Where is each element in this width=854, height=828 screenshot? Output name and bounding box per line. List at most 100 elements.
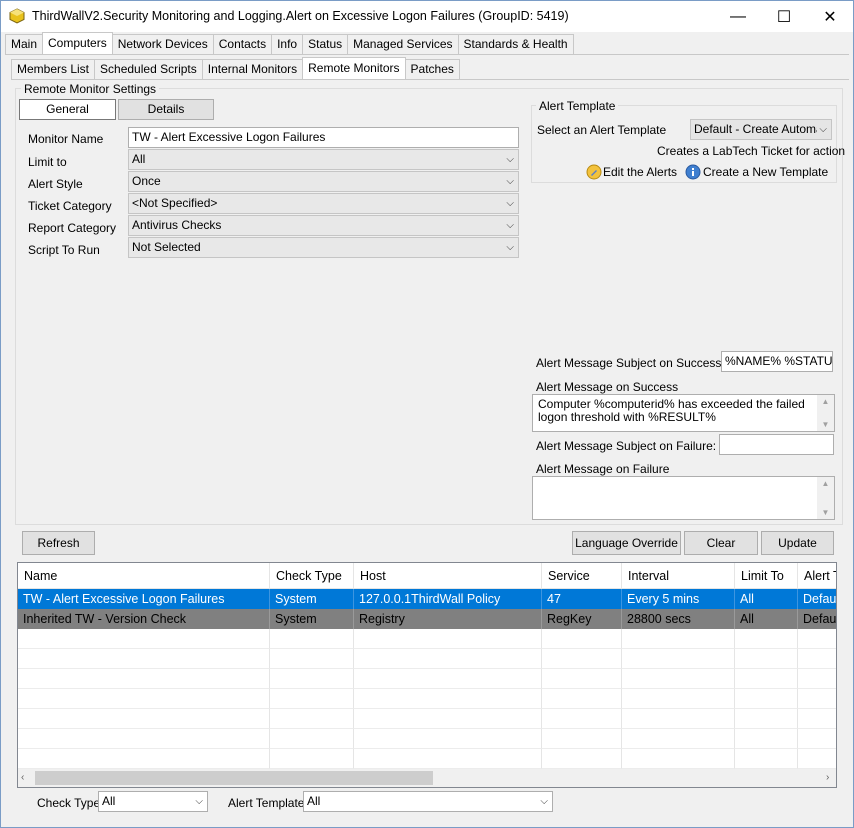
message-failure-field[interactable]: ▲ ▼ — [532, 476, 835, 520]
column-header-interval[interactable]: Interval — [622, 563, 735, 589]
limit-to-select[interactable]: All ⌵ — [128, 149, 519, 170]
subject-failure-label: Alert Message Subject on Failure: — [536, 439, 717, 453]
monitors-grid[interactable]: Name Check Type Host Service Interval Li… — [17, 562, 837, 788]
script-to-run-value: Not Selected — [132, 240, 201, 254]
settings-group-label: Remote Monitor Settings — [21, 82, 160, 96]
alert-style-value: Once — [132, 174, 161, 188]
details-tab-button[interactable]: Details — [118, 99, 214, 120]
clear-button[interactable]: Clear — [684, 531, 758, 555]
refresh-button[interactable]: Refresh — [22, 531, 95, 555]
column-header-name[interactable]: Name — [18, 563, 270, 589]
alert-template-group-label: Alert Template — [536, 99, 619, 113]
horizontal-scrollbar[interactable]: ‹ › — [18, 769, 836, 787]
scroll-up-icon[interactable]: ▲ — [817, 395, 834, 408]
monitor-name-field[interactable]: TW - Alert Excessive Logon Failures — [128, 127, 519, 148]
language-override-button[interactable]: Language Override — [572, 531, 681, 555]
window-title: ThirdWallV2.Security Monitoring and Logg… — [32, 9, 569, 23]
message-success-label: Alert Message on Success — [536, 380, 679, 394]
scrollbar-thumb[interactable] — [35, 771, 433, 785]
ticket-category-label: Ticket Category — [28, 199, 112, 213]
cell-name: TW - Alert Excessive Logon Failures — [18, 589, 270, 609]
subtab-remote-monitors[interactable]: Remote Monitors — [302, 57, 406, 79]
report-category-label: Report Category — [28, 221, 117, 235]
cell-name: Inherited TW - Version Check — [18, 609, 270, 629]
update-button[interactable]: Update — [761, 531, 834, 555]
main-tab-bar: Main Computers Network Devices Contacts … — [5, 32, 574, 54]
table-row[interactable]: TW - Alert Excessive Logon Failures Syst… — [18, 589, 836, 609]
empty-row — [18, 689, 836, 709]
tab-divider — [5, 54, 849, 55]
subject-failure-field[interactable] — [719, 434, 834, 455]
check-type-filter-value: All — [102, 794, 116, 808]
message-success-scrollbar[interactable]: ▲ ▼ — [817, 395, 834, 431]
message-success-field[interactable]: Computer %computerid% has exceeded the f… — [532, 394, 835, 432]
message-success-text: Computer %computerid% has exceeded the f… — [538, 397, 805, 424]
column-header-limit-to[interactable]: Limit To — [735, 563, 798, 589]
scroll-right-icon[interactable]: › — [826, 772, 829, 783]
alert-template-filter-label: Alert Template — [228, 796, 305, 810]
empty-row — [18, 669, 836, 689]
maximize-button[interactable]: ☐ — [761, 1, 807, 32]
scroll-left-icon[interactable]: ‹ — [21, 772, 24, 783]
check-type-filter-select[interactable]: All ⌵ — [98, 791, 208, 812]
alert-style-label: Alert Style — [28, 177, 83, 191]
select-alert-template-label: Select an Alert Template — [537, 123, 667, 137]
chevron-down-icon: ⌵ — [540, 796, 548, 807]
tab-status[interactable]: Status — [302, 34, 349, 54]
empty-row — [18, 649, 836, 669]
alert-template-select[interactable]: Default - Create Automa ⌵ — [690, 119, 832, 140]
cell-check-type: System — [270, 609, 354, 629]
sub-tab-bar: Members List Scheduled Scripts Internal … — [11, 57, 460, 79]
app-window: ThirdWallV2.Security Monitoring and Logg… — [0, 0, 854, 828]
subtab-internal-monitors[interactable]: Internal Monitors — [201, 59, 304, 79]
tab-main[interactable]: Main — [5, 34, 44, 54]
cell-service: RegKey — [542, 609, 622, 629]
chevron-down-icon: ⌵ — [506, 154, 514, 165]
edit-alerts-link[interactable]: Edit the Alerts — [603, 165, 677, 179]
tab-computers[interactable]: Computers — [42, 32, 113, 54]
info-icon[interactable] — [685, 164, 701, 180]
alert-style-select[interactable]: Once ⌵ — [128, 171, 519, 192]
column-header-check-type[interactable]: Check Type — [270, 563, 354, 589]
alert-template-filter-value: All — [307, 794, 321, 808]
tab-info[interactable]: Info — [271, 34, 304, 54]
empty-row — [18, 629, 836, 649]
subject-success-field[interactable]: %NAME% %STATUS% — [721, 351, 833, 372]
create-template-link[interactable]: Create a New Template — [703, 165, 828, 179]
report-category-value: Antivirus Checks — [132, 218, 222, 232]
cell-host: 127.0.0.1ThirdWall Policy — [354, 589, 542, 609]
report-category-select[interactable]: Antivirus Checks ⌵ — [128, 215, 519, 236]
table-row[interactable]: Inherited TW - Version Check System Regi… — [18, 609, 837, 629]
subtab-scheduled-scripts[interactable]: Scheduled Scripts — [94, 59, 203, 79]
cell-interval: 28800 secs — [622, 609, 735, 629]
column-header-host[interactable]: Host — [354, 563, 542, 589]
cell-interval: Every 5 mins — [622, 589, 735, 609]
subtab-patches[interactable]: Patches — [404, 59, 460, 79]
alert-template-filter-select[interactable]: All ⌵ — [303, 791, 553, 812]
general-tab-button[interactable]: General — [19, 99, 116, 120]
subject-success-label: Alert Message Subject on Success: — [536, 356, 725, 370]
tab-standards-health[interactable]: Standards & Health — [457, 34, 574, 54]
empty-row — [18, 729, 836, 749]
chevron-down-icon: ⌵ — [817, 120, 827, 139]
check-type-filter-label: Check Type — [37, 796, 101, 810]
scroll-down-icon[interactable]: ▼ — [817, 418, 834, 431]
edit-pencil-icon[interactable] — [586, 164, 602, 180]
tab-managed-services[interactable]: Managed Services — [347, 34, 459, 54]
script-to-run-select[interactable]: Not Selected ⌵ — [128, 237, 519, 258]
cell-service: 47 — [542, 589, 622, 609]
column-header-alert-template[interactable]: Alert T — [798, 563, 836, 589]
close-button[interactable]: ✕ — [807, 1, 853, 32]
alert-template-description: Creates a LabTech Ticket for action — [657, 144, 846, 158]
minimize-button[interactable]: — — [715, 1, 761, 32]
tab-network-devices[interactable]: Network Devices — [111, 34, 214, 54]
cell-alert-template: Default — [803, 612, 837, 626]
tab-contacts[interactable]: Contacts — [212, 34, 273, 54]
ticket-category-select[interactable]: <Not Specified> ⌵ — [128, 193, 519, 214]
message-failure-scrollbar[interactable]: ▲ ▼ — [817, 477, 834, 519]
cell-limit-to: All — [735, 609, 798, 629]
scroll-down-icon[interactable]: ▼ — [817, 506, 834, 519]
subtab-members-list[interactable]: Members List — [11, 59, 96, 79]
column-header-service[interactable]: Service — [542, 563, 622, 589]
scroll-up-icon[interactable]: ▲ — [817, 477, 834, 490]
